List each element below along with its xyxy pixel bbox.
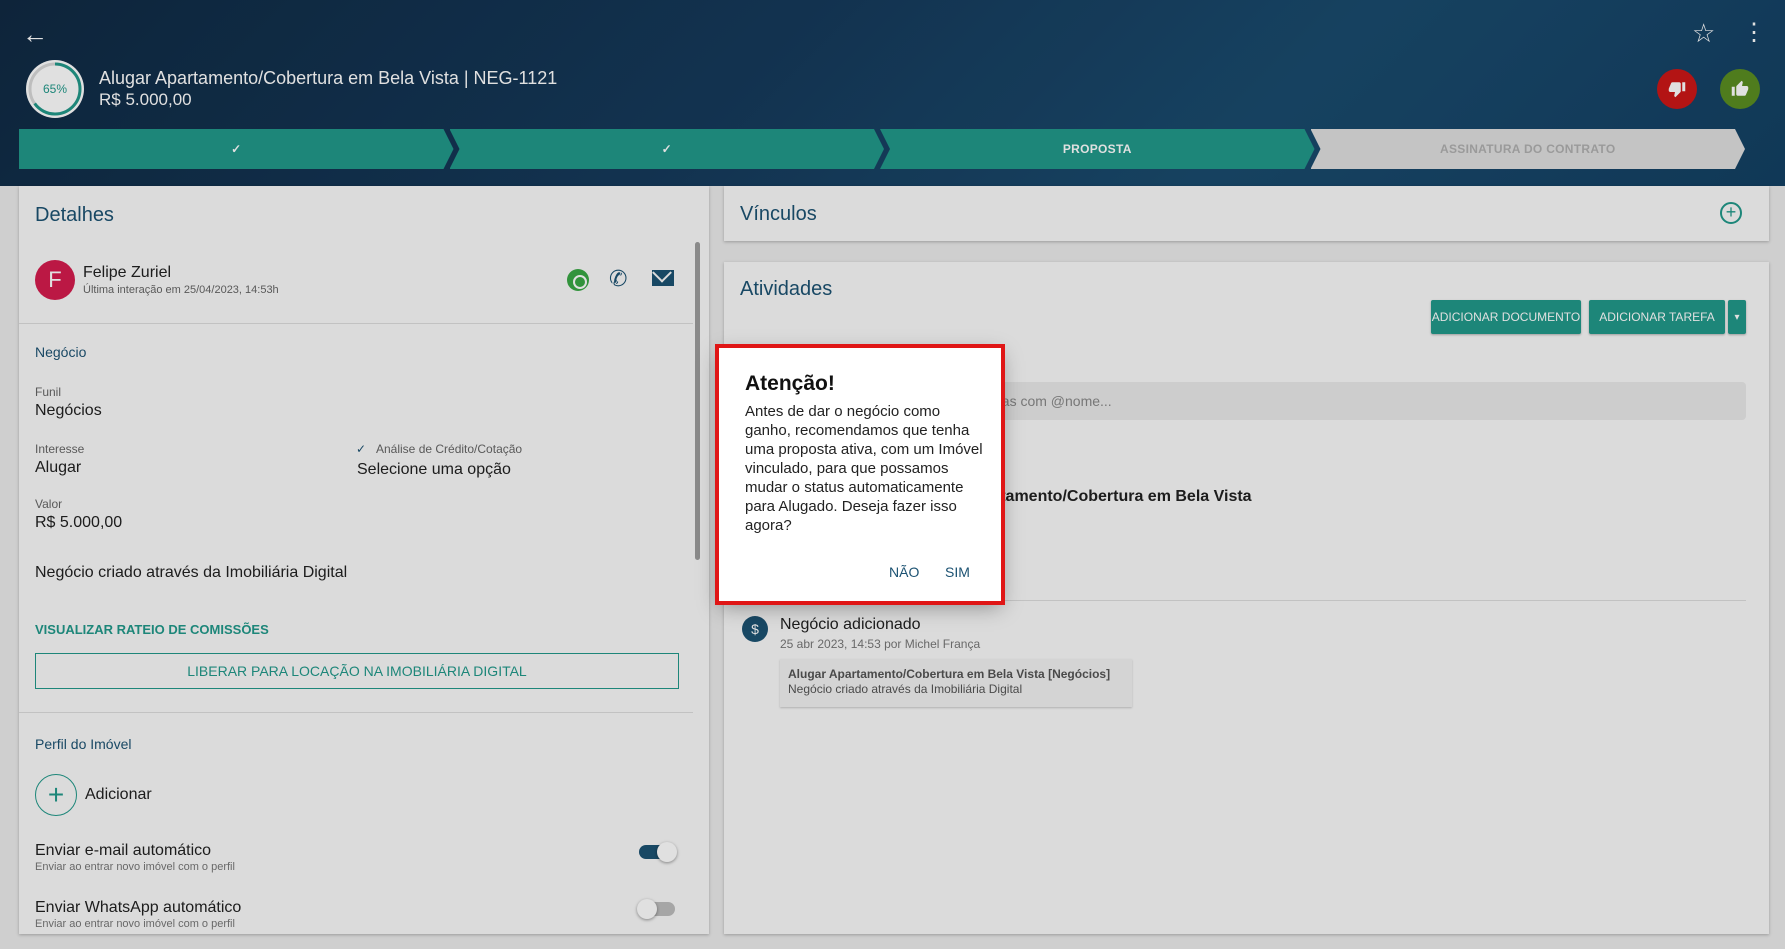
dialog-no-button[interactable]: NÃO xyxy=(889,564,919,580)
dialog-message: Antes de dar o negócio como ganho, recom… xyxy=(745,403,983,534)
dialog-title: Atenção! xyxy=(745,372,835,395)
dialog-yes-button[interactable]: SIM xyxy=(945,564,970,580)
attention-dialog: Atenção! Antes de dar o negócio como gan… xyxy=(715,344,1005,605)
